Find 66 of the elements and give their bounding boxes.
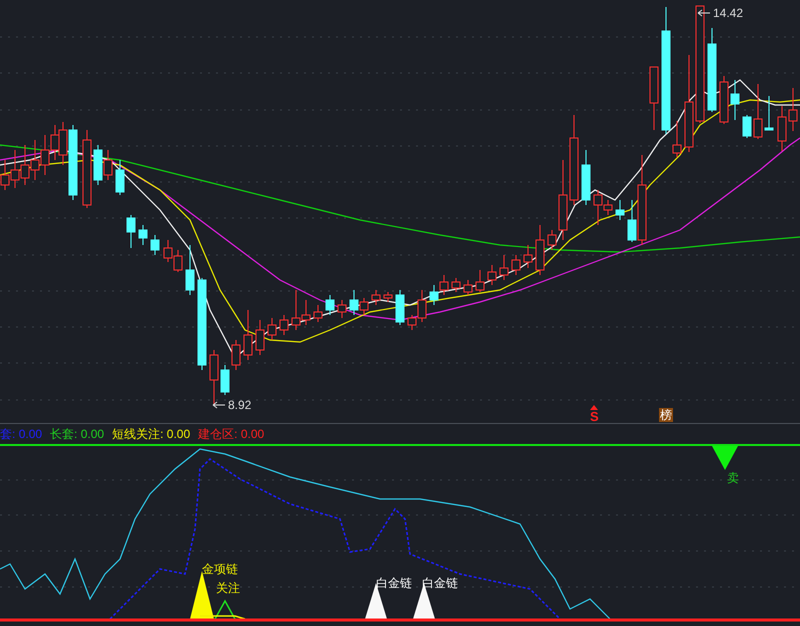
candlestick (616, 200, 624, 220)
candlestick (384, 292, 392, 302)
candlestick (232, 340, 240, 370)
candlestick (764, 96, 774, 130)
candlestick (94, 144, 102, 186)
candlestick (730, 80, 740, 120)
pointer-arrow-icon (697, 9, 711, 17)
candlestick (268, 318, 276, 340)
legend-item: 短线关注: 0.00 (112, 426, 190, 443)
candlestick (440, 274, 448, 296)
legend-item: 长套: 0.00 (50, 426, 104, 443)
candlestick (464, 280, 472, 296)
candlestick (138, 224, 148, 246)
candlestick (326, 294, 334, 316)
candlestick (164, 240, 172, 262)
candlestick (788, 88, 798, 132)
candlestick (720, 76, 728, 124)
candlestick (338, 300, 346, 318)
candlestick (10, 150, 20, 188)
candlestick (742, 114, 752, 138)
signal-label: 金项链 (202, 563, 238, 575)
candlestick (104, 150, 112, 180)
candlestick (116, 160, 124, 196)
sell-triangle (712, 446, 738, 470)
candlestick (548, 230, 556, 250)
candlestick (174, 250, 182, 272)
candlestick (50, 124, 60, 160)
candlestick (512, 254, 520, 276)
candlestick (524, 244, 532, 268)
candlestick (754, 84, 762, 140)
candlestick (430, 284, 438, 306)
high-price-label: 14.42 (713, 5, 744, 22)
candlestick (186, 244, 194, 296)
candlestick (396, 290, 404, 326)
candlestick (30, 140, 40, 180)
candlestick (488, 264, 496, 286)
candlestick (280, 314, 288, 336)
candlestick (220, 364, 230, 396)
signal-badge: 榜 (659, 408, 673, 422)
candlestick (372, 290, 380, 306)
candlestick (314, 304, 322, 322)
legend-item: 套: 0.00 (0, 426, 42, 443)
candlestick (582, 150, 590, 206)
low-price-label: 8.92 (228, 397, 252, 414)
candlestick (150, 234, 160, 256)
candlestick (452, 278, 460, 292)
signal-label: 关注 (216, 582, 240, 594)
candlestick (256, 320, 264, 356)
up-arrow-icon (590, 405, 598, 410)
candlestick (672, 120, 682, 158)
signal-label: 卖 (727, 472, 739, 484)
candlestick (40, 134, 50, 176)
candlestick (650, 66, 658, 130)
pointer-arrow-icon (212, 401, 226, 409)
candlestick (20, 144, 30, 186)
candlestick (500, 254, 508, 280)
signal-label: 白金链 (376, 577, 412, 589)
signal-text: S (590, 410, 599, 423)
candlestick (778, 106, 786, 152)
candlestick (126, 214, 136, 248)
candlestick (536, 224, 544, 276)
legend-item: 建仓区: 0.00 (198, 426, 264, 443)
signal-label: 白金链 (422, 577, 458, 589)
candlestick (244, 310, 252, 360)
candlestick (210, 350, 218, 406)
candlestick (476, 270, 484, 292)
